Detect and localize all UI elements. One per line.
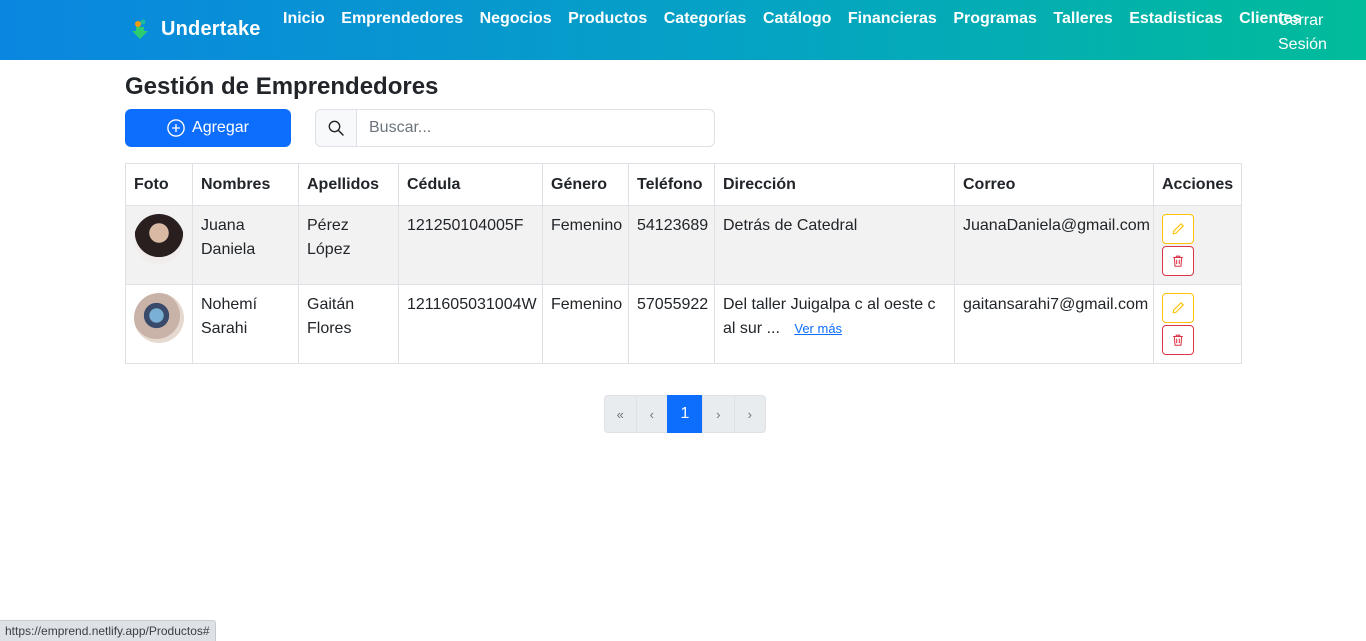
genero-cell: Femenino <box>542 205 629 285</box>
logout-link[interactable]: Cerrar Sesión <box>1278 9 1338 57</box>
column-header-foto: Foto <box>125 163 193 206</box>
avatar <box>134 214 184 264</box>
nav-item-productos[interactable]: Productos <box>568 9 647 28</box>
pencil-icon <box>1172 223 1184 235</box>
nav-item-financieras[interactable]: Financieras <box>848 9 937 28</box>
table-row: Juana Daniela Pérez López 121250104005F … <box>125 205 1242 285</box>
table-row: Nohemí Sarahi Gaitán Flores 121160503100… <box>125 284 1242 364</box>
column-header-genero: Género <box>542 163 629 206</box>
column-header-telefono: Teléfono <box>628 163 715 206</box>
telefono-cell: 57055922 <box>628 284 715 364</box>
column-header-nombres: Nombres <box>192 163 299 206</box>
direccion-cell: Detrás de Catedral <box>714 205 955 285</box>
add-button[interactable]: Agregar <box>125 109 291 147</box>
delete-button[interactable] <box>1162 246 1194 276</box>
page-title: Gestión de Emprendedores <box>125 73 439 100</box>
pencil-icon <box>1172 302 1184 314</box>
status-bar-url: https://emprend.netlify.app/Productos# <box>0 620 216 641</box>
apellidos-cell: Pérez López <box>298 205 399 285</box>
brand-logo-icon <box>132 19 148 39</box>
cedula-cell: 1211605031004W <box>398 284 543 364</box>
pagination-last-button[interactable]: › <box>733 395 766 433</box>
actions-cell <box>1153 284 1242 364</box>
direccion-cell: Del taller Juigalpa c al oeste c al sur … <box>714 284 955 364</box>
ver-mas-link[interactable]: Ver más <box>794 321 842 336</box>
search-icon <box>328 120 344 136</box>
pagination-prev-button[interactable]: ‹ <box>635 395 668 433</box>
column-header-direccion: Dirección <box>714 163 955 206</box>
nav-item-catalogo[interactable]: Catálogo <box>763 9 831 28</box>
nav-item-emprendedores[interactable]: Emprendedores <box>341 9 463 28</box>
nav-links: Inicio Emprendedores Negocios Productos … <box>283 9 1318 28</box>
edit-button[interactable] <box>1162 214 1194 244</box>
nav-item-negocios[interactable]: Negocios <box>480 9 552 28</box>
genero-cell: Femenino <box>542 284 629 364</box>
edit-button[interactable] <box>1162 293 1194 323</box>
entrepreneurs-table: Foto Nombres Apellidos Cédula Género Tel… <box>125 163 1242 364</box>
nav-item-programas[interactable]: Programas <box>953 9 1037 28</box>
column-header-correo: Correo <box>954 163 1154 206</box>
trash-icon <box>1173 255 1183 267</box>
pagination-page-current[interactable]: 1 <box>667 395 703 433</box>
photo-cell <box>125 284 193 364</box>
apellidos-cell: Gaitán Flores <box>298 284 399 364</box>
telefono-cell: 54123689 <box>628 205 715 285</box>
column-header-cedula: Cédula <box>398 163 543 206</box>
pagination-next-button[interactable]: › <box>702 395 735 433</box>
nav-item-categorias[interactable]: Categorías <box>664 9 747 28</box>
search-addon <box>315 109 357 147</box>
add-button-label: Agregar <box>192 119 249 136</box>
actions-cell <box>1153 205 1242 285</box>
delete-button[interactable] <box>1162 325 1194 355</box>
brand-name: Undertake <box>161 17 261 40</box>
nav-item-estadisticas[interactable]: Estadisticas <box>1129 9 1222 28</box>
column-header-acciones: Acciones <box>1153 163 1242 206</box>
top-navbar: Undertake Inicio Emprendedores Negocios … <box>0 0 1366 60</box>
plus-circle-icon <box>167 119 185 137</box>
cedula-cell: 121250104005F <box>398 205 543 285</box>
trash-icon <box>1173 334 1183 346</box>
search-input[interactable] <box>357 109 715 147</box>
avatar <box>134 293 184 343</box>
brand-link[interactable]: Undertake <box>128 17 261 41</box>
photo-cell <box>125 205 193 285</box>
search-group <box>315 109 715 147</box>
table-header-row: Foto Nombres Apellidos Cédula Género Tel… <box>125 163 1242 206</box>
correo-cell: gaitansarahi7@gmail.com <box>954 284 1154 364</box>
nombres-cell: Nohemí Sarahi <box>192 284 299 364</box>
nav-item-inicio[interactable]: Inicio <box>283 9 325 28</box>
pagination: « ‹ 1 › › <box>604 395 766 433</box>
correo-cell: JuanaDaniela@gmail.com <box>954 205 1154 285</box>
nombres-cell: Juana Daniela <box>192 205 299 285</box>
nav-item-talleres[interactable]: Talleres <box>1053 9 1112 28</box>
pagination-first-button[interactable]: « <box>604 395 637 433</box>
column-header-apellidos: Apellidos <box>298 163 399 206</box>
